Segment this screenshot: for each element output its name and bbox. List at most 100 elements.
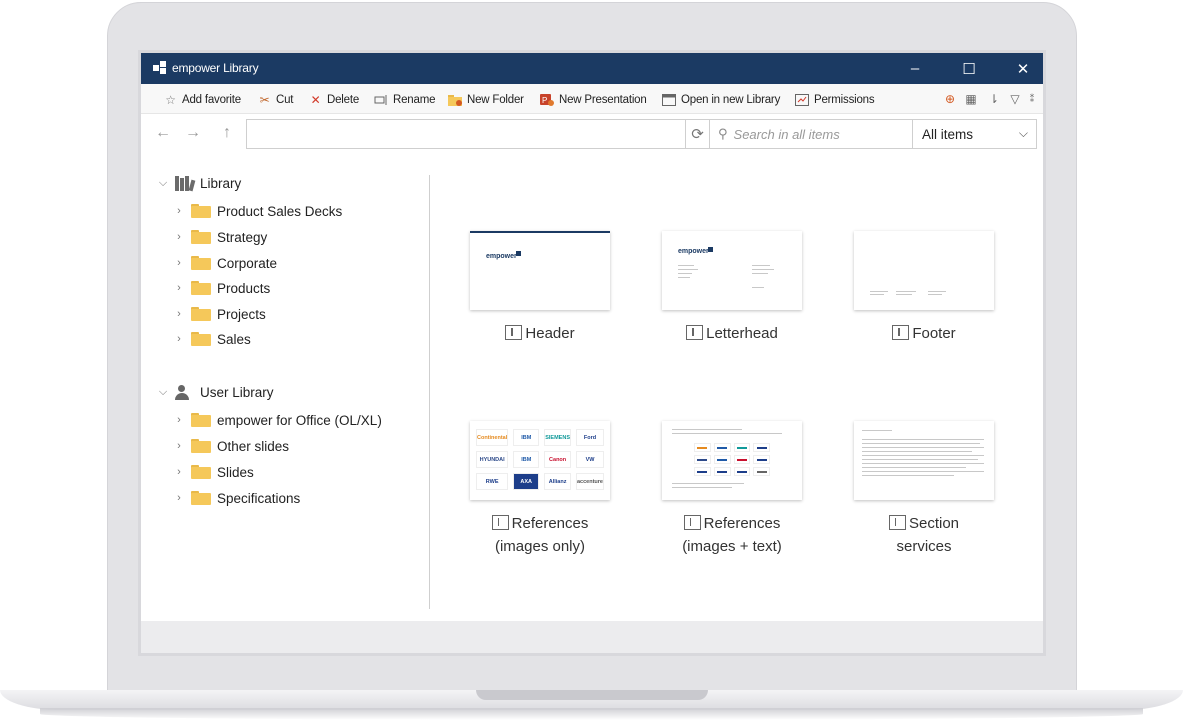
tile-label: Section services [854,512,994,558]
logo-cell: Canon [544,451,571,468]
chevron-right-icon[interactable]: › [172,205,186,217]
close-button[interactable]: ✕ [997,53,1043,84]
tree-node-label: Slides [217,464,254,480]
tree-node-slides[interactable]: › Slides [172,461,254,483]
tree-node-products[interactable]: › Products [172,277,270,299]
search-icon: ⚲ [718,126,728,141]
logo-cell: AXA [513,473,540,490]
permissions-button[interactable]: Permissions [795,91,875,109]
logo-cell [713,467,731,476]
tree-node-label: Other slides [217,438,290,454]
laptop-base-shadow [40,708,1143,720]
sort-icon[interactable]: ⇂ [986,91,1002,107]
tile-label: References (images only) [470,512,610,558]
tile-references-images-only[interactable]: Continental IBM SIEMENS Ford HYUNDAI IBM… [470,421,610,558]
chevron-right-icon[interactable]: › [172,308,186,320]
tree-node-corporate[interactable]: › Corporate [172,252,277,274]
toolbar: ☆ Add favorite ✂ Cut ✕ Delete Rename New… [141,84,1043,114]
chevron-right-icon[interactable]: › [172,257,186,269]
chevron-right-icon[interactable]: › [172,333,186,345]
text-line [870,291,888,292]
slide-thumbnail [662,421,802,500]
chevron-right-icon[interactable]: › [172,466,186,478]
rename-icon [374,93,389,107]
tile-section-services[interactable]: Section services [854,421,994,558]
tree-node-label: Library [200,175,242,191]
tree-node-sales[interactable]: › Sales [172,328,251,350]
tile-label-line1: Header [525,325,575,342]
tile-label: Header [470,322,610,345]
items-filter-select[interactable]: All items ⌵ [912,119,1037,149]
path-input[interactable] [246,119,686,149]
tile-label-line1: References [703,515,781,532]
minimize-button[interactable]: – [889,53,941,84]
new-presentation-button[interactable]: P New Presentation [540,91,647,109]
tree-node-projects[interactable]: › Projects [172,303,266,325]
back-arrow-icon[interactable]: ← [153,123,173,143]
add-favorite-button[interactable]: ☆ Add favorite [163,91,241,109]
empower-logo-icon [153,61,166,74]
text-line [862,467,966,468]
tile-label: Letterhead [662,322,802,345]
more-icon[interactable]: ⁑ [1024,91,1040,107]
permissions-label: Permissions [814,94,875,106]
folder-icon [191,439,211,453]
tile-footer[interactable]: Footer [854,231,994,345]
tile-header[interactable]: empower Header [470,231,610,345]
delete-button[interactable]: ✕ Delete [308,91,360,109]
tree-node-label: Projects [217,306,266,322]
forward-arrow-icon[interactable]: → [183,123,203,143]
new-presentation-icon: P [540,93,555,107]
rename-label: Rename [393,94,436,106]
grid-view-icon[interactable]: ▦ [963,91,979,107]
brand-mark-icon [708,247,713,252]
chevron-down-icon[interactable]: ⌵ [156,386,170,399]
logo-cell: HYUNDAI [476,451,509,468]
tile-label-line2: (images + text) [682,538,782,555]
tree-node-product-sales-decks[interactable]: › Product Sales Decks [172,200,342,222]
up-arrow-icon[interactable]: ↑ [217,123,237,143]
tree-node-other-slides[interactable]: › Other slides [172,435,289,457]
new-folder-button[interactable]: New Folder [448,91,524,109]
text-line [752,273,768,274]
chevron-down-icon[interactable]: ⌵ [156,177,170,190]
chevron-right-icon[interactable]: › [172,440,186,452]
open-in-new-library-button[interactable]: Open in new Library [662,91,780,109]
globe-icon[interactable]: ⊕ [942,91,958,107]
tree-node-specifications[interactable]: › Specifications [172,487,300,509]
tree-node-user-library[interactable]: ⌵ User Library [156,381,274,403]
rename-button[interactable]: Rename [374,91,435,109]
cut-label: Cut [276,94,294,106]
user-library-icon [175,384,195,400]
thumbnail-brand: empower [678,248,709,255]
tree-node-library[interactable]: ⌵ Library [156,172,241,194]
text-line [928,294,942,295]
tile-label-line1: Section [908,515,960,532]
tile-references-images-text[interactable]: References (images + text) [662,421,802,558]
thumbnail-brand: empower [486,253,517,260]
chevron-right-icon[interactable]: › [172,492,186,504]
text-line [870,294,884,295]
tree-node-strategy[interactable]: › Strategy [172,226,267,248]
tile-letterhead[interactable]: empower Letterhead [662,231,802,345]
status-bar [141,621,1043,653]
search-input[interactable]: ⚲ Search in all items [710,119,913,149]
filter-icon[interactable]: ▽ [1007,91,1023,107]
folder-icon [191,465,211,479]
chevron-right-icon[interactable]: › [172,282,186,294]
chevron-right-icon[interactable]: › [172,231,186,243]
folder-icon [191,332,211,346]
text-line [862,443,980,444]
pane-divider[interactable] [429,175,430,609]
cut-button[interactable]: ✂ Cut [257,91,294,109]
tile-label-line1: Footer [912,325,956,342]
tree-node-label: Product Sales Decks [217,203,343,219]
refresh-icon[interactable]: ⟳ [686,119,710,149]
tree-node-empower-for-office[interactable]: › empower for Office (OL/XL) [172,409,382,431]
new-folder-label: New Folder [467,94,524,106]
library-icon [175,175,196,191]
slide-item-icon [505,325,523,340]
delete-label: Delete [327,94,360,106]
chevron-right-icon[interactable]: › [172,414,186,426]
maximize-button[interactable]: ☐ [943,53,995,84]
